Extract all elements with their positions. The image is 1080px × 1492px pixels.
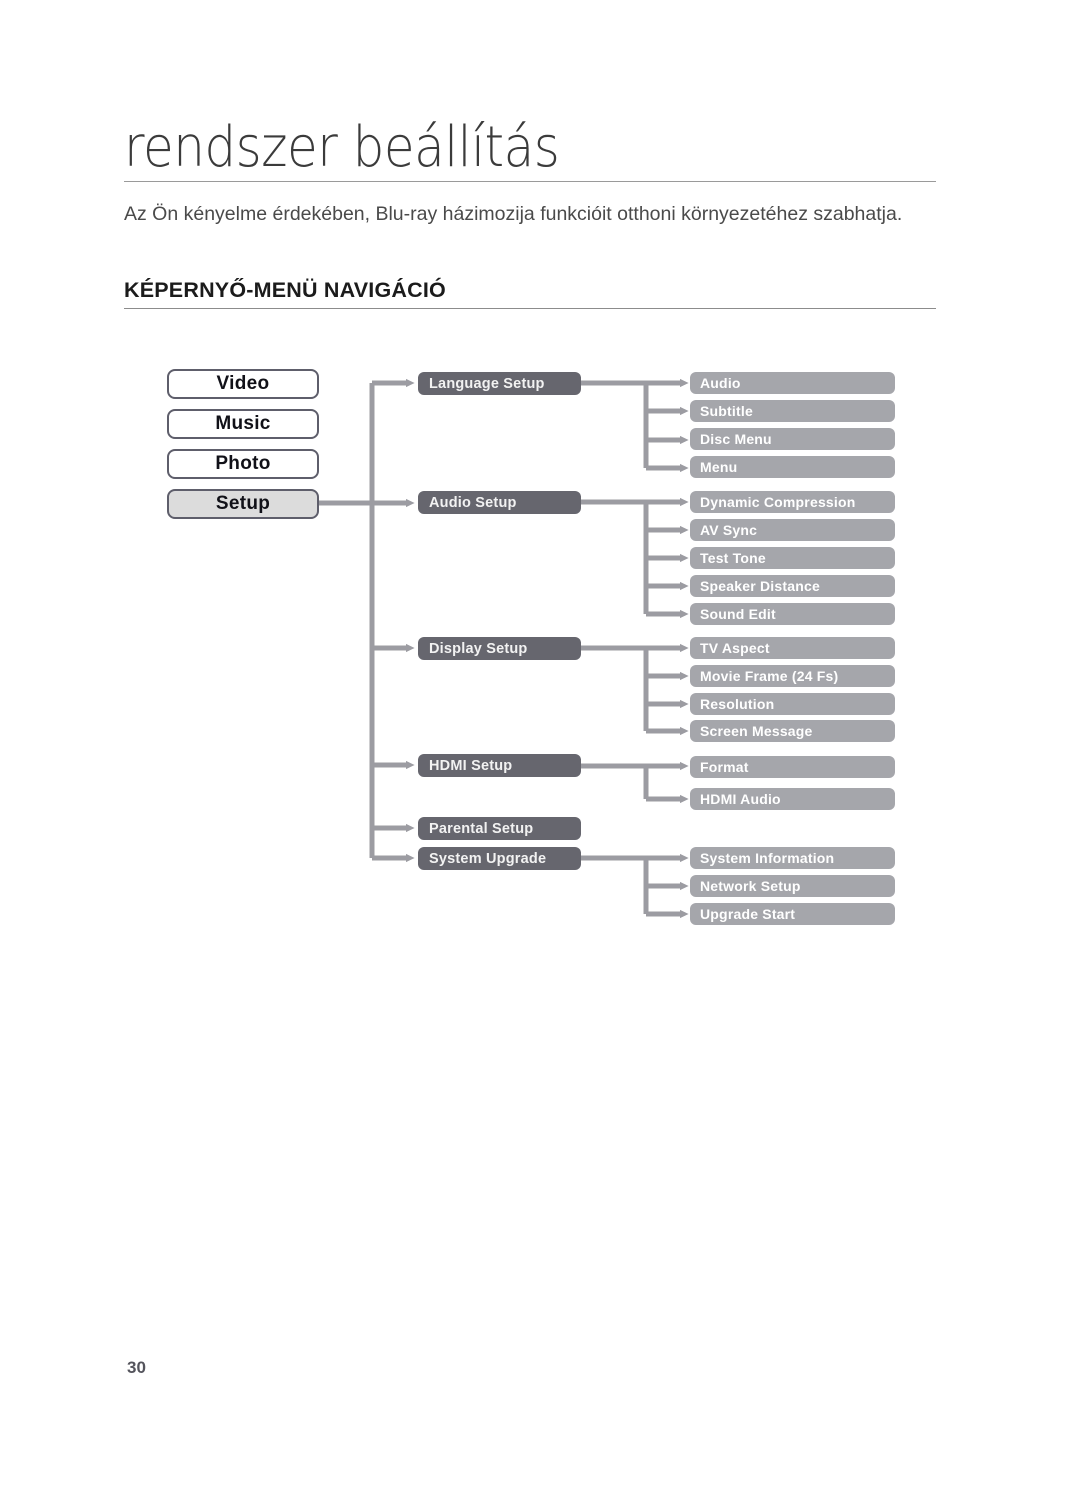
option-label: Speaker Distance	[700, 578, 820, 594]
option-label: Subtitle	[700, 403, 753, 419]
menu-item-setup[interactable]: Setup	[167, 489, 319, 519]
option-label: HDMI Audio	[700, 791, 781, 807]
menu-item-label: Music	[215, 413, 271, 434]
osd-menu-navigation-diagram: Video Music Photo Setup Language Setup A…	[0, 0, 1080, 1492]
submenu-audio-setup[interactable]: Audio Setup	[418, 491, 581, 514]
option-label: Sound Edit	[700, 606, 776, 622]
option-label: Screen Message	[700, 723, 813, 739]
option-tv-aspect[interactable]: TV Aspect	[690, 637, 895, 659]
submenu-label: Parental Setup	[429, 820, 534, 837]
option-format[interactable]: Format	[690, 756, 895, 778]
submenu-label: Language Setup	[429, 375, 545, 392]
option-disc-menu[interactable]: Disc Menu	[690, 428, 895, 450]
option-label: Upgrade Start	[700, 906, 796, 922]
option-subtitle[interactable]: Subtitle	[690, 400, 895, 422]
option-menu[interactable]: Menu	[690, 456, 895, 478]
option-screen-message[interactable]: Screen Message	[690, 720, 895, 742]
option-label: Disc Menu	[700, 431, 772, 447]
submenu-language-setup[interactable]: Language Setup	[418, 372, 581, 395]
option-label: Network Setup	[700, 878, 801, 894]
option-label: AV Sync	[700, 522, 758, 538]
menu-item-label: Setup	[215, 493, 271, 514]
option-label: Test Tone	[700, 550, 766, 566]
option-speaker-distance[interactable]: Speaker Distance	[690, 575, 895, 597]
diagram-connectors	[319, 378, 689, 919]
submenu-label: Display Setup	[429, 640, 528, 657]
option-label: TV Aspect	[700, 640, 770, 656]
option-movie-frame[interactable]: Movie Frame (24 Fs)	[690, 665, 895, 687]
menu-item-label: Photo	[215, 453, 271, 474]
menu-item-photo[interactable]: Photo	[167, 449, 319, 479]
option-upgrade-start[interactable]: Upgrade Start	[690, 903, 895, 925]
submenu-hdmi-setup[interactable]: HDMI Setup	[418, 754, 581, 777]
submenu-parental-setup[interactable]: Parental Setup	[418, 817, 581, 840]
submenu-label: Audio Setup	[429, 494, 517, 511]
submenu-label: HDMI Setup	[429, 757, 513, 774]
option-label: Dynamic Compression	[700, 494, 856, 510]
option-label: Audio	[700, 375, 741, 391]
option-label: Resolution	[700, 696, 775, 712]
option-label: Movie Frame (24 Fs)	[700, 668, 839, 684]
option-test-tone[interactable]: Test Tone	[690, 547, 895, 569]
submenu-label: System Upgrade	[429, 850, 547, 867]
option-hdmi-audio[interactable]: HDMI Audio	[690, 788, 895, 810]
option-label: Menu	[700, 459, 738, 475]
option-av-sync[interactable]: AV Sync	[690, 519, 895, 541]
menu-item-music[interactable]: Music	[167, 409, 319, 439]
option-label: System Information	[700, 850, 835, 866]
option-dynamic-compression[interactable]: Dynamic Compression	[690, 491, 895, 513]
option-network-setup[interactable]: Network Setup	[690, 875, 895, 897]
option-sound-edit[interactable]: Sound Edit	[690, 603, 895, 625]
submenu-display-setup[interactable]: Display Setup	[418, 637, 581, 660]
menu-item-video[interactable]: Video	[167, 369, 319, 399]
option-resolution[interactable]: Resolution	[690, 693, 895, 715]
option-system-information[interactable]: System Information	[690, 847, 895, 869]
menu-item-label: Video	[216, 373, 270, 394]
option-label: Format	[700, 759, 749, 775]
option-audio[interactable]: Audio	[690, 372, 895, 394]
submenu-system-upgrade[interactable]: System Upgrade	[418, 847, 581, 870]
